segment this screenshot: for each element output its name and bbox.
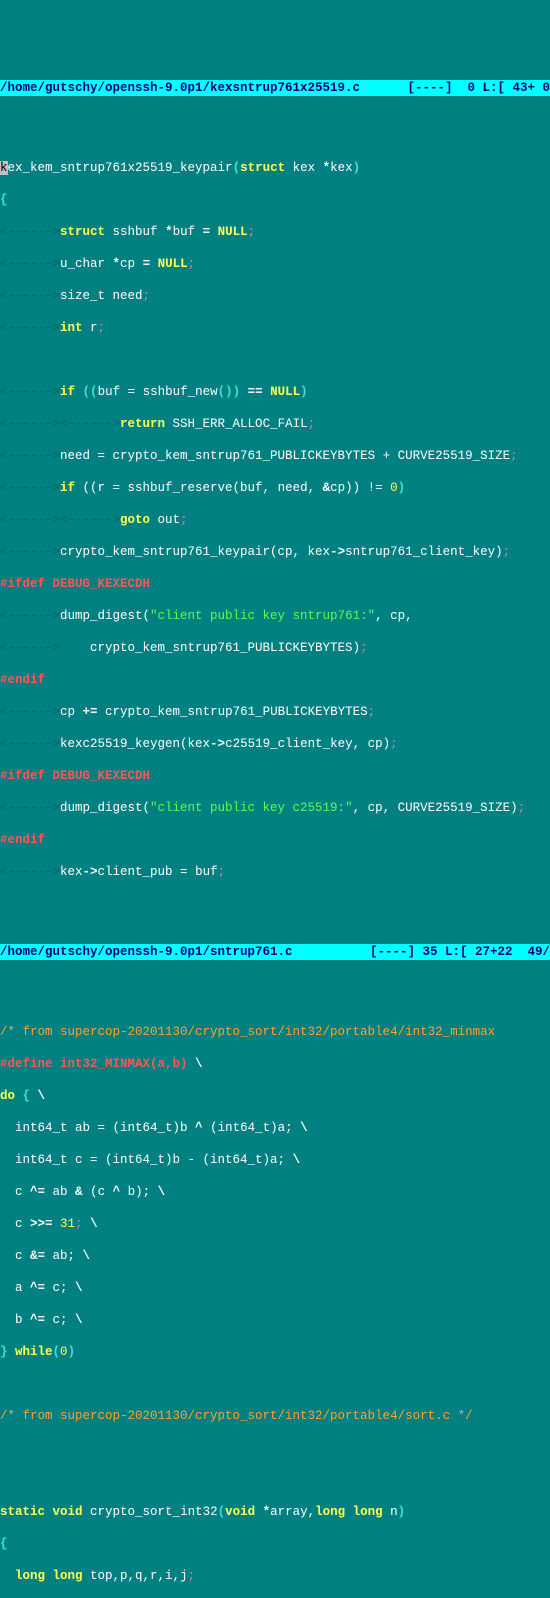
code-line: #endif (0, 832, 550, 848)
code-line: #ifdef DEBUG_KEXECDH (0, 768, 550, 784)
code-line: kex_kem_sntrup761x25519_keypair(struct k… (0, 160, 550, 176)
pane2-bracket: [----] (370, 944, 415, 960)
code-line: #ifdef DEBUG_KEXECDH (0, 576, 550, 592)
pane1-gap2 (452, 80, 467, 96)
code-line: <------>dump_digest("client public key s… (0, 608, 550, 624)
code-line: /* from supercop-20201130/crypto_sort/in… (0, 1408, 550, 1424)
code-line: <------>kex->client_pub = buf; (0, 864, 550, 880)
pane2-pos: 35 L:[ 27+22 49/ (422, 944, 550, 960)
cursor: k (0, 161, 8, 175)
code-line: #endif (0, 672, 550, 688)
code-line: int64_t ab = (int64_t)b ^ (int64_t)a; \ (0, 1120, 550, 1136)
pane1-path: /home/gutschy/openssh-9.0p1/kexsntrup761… (0, 80, 360, 96)
code-line: <------>size_t need; (0, 288, 550, 304)
code-line: long long top,p,q,r,i,j; (0, 1568, 550, 1584)
code-line (0, 352, 550, 368)
code-line: static void crypto_sort_int32(void *arra… (0, 1504, 550, 1520)
code-line: { (0, 192, 550, 208)
pane2-path: /home/gutschy/openssh-9.0p1/sntrup761.c (0, 944, 293, 960)
code-line (0, 1440, 550, 1456)
pane1-code[interactable]: kex_kem_sntrup761x25519_keypair(struct k… (0, 144, 550, 896)
code-line: c &= ab; \ (0, 1248, 550, 1264)
code-line (0, 1376, 550, 1392)
pane1-pos: 0 L:[ 43+ 0 (467, 80, 550, 96)
code-line: <------>need = crypto_kem_sntrup761_PUBL… (0, 448, 550, 464)
code-line: <------>if ((buf = sshbuf_new()) == NULL… (0, 384, 550, 400)
code-line: <------><------>goto out; (0, 512, 550, 528)
pane1-title-gap (360, 80, 407, 96)
code-line: <------>if ((r = sshbuf_reserve(buf, nee… (0, 480, 550, 496)
code-line: /* from supercop-20201130/crypto_sort/in… (0, 1024, 550, 1040)
code-line: b ^= c; \ (0, 1312, 550, 1328)
code-line: int64_t c = (int64_t)b - (int64_t)a; \ (0, 1152, 550, 1168)
pane2-title-gap (293, 944, 370, 960)
code-line: a ^= c; \ (0, 1280, 550, 1296)
code-line: <------><------>return SSH_ERR_ALLOC_FAI… (0, 416, 550, 432)
pane2-titlebar: /home/gutschy/openssh-9.0p1/sntrup761.c … (0, 944, 550, 960)
code-line: <------>struct sshbuf *buf = NULL; (0, 224, 550, 240)
pane1-bracket: [----] (407, 80, 452, 96)
code-line: <------>dump_digest("client public key c… (0, 800, 550, 816)
code-line (0, 1472, 550, 1488)
code-line: { (0, 1536, 550, 1552)
code-line: } while(0) (0, 1344, 550, 1360)
code-line: #define int32_MINMAX(a,b) \ (0, 1056, 550, 1072)
code-line: do { \ (0, 1088, 550, 1104)
pane1-titlebar: /home/gutschy/openssh-9.0p1/kexsntrup761… (0, 80, 550, 96)
pane2-code[interactable]: /* from supercop-20201130/crypto_sort/in… (0, 1008, 550, 1598)
code-line: c >>= 31; \ (0, 1216, 550, 1232)
code-line: <------>int r; (0, 320, 550, 336)
code-line: <------>kexc25519_keygen(kex->c25519_cli… (0, 736, 550, 752)
code-line: <------>cp += crypto_kem_sntrup761_PUBLI… (0, 704, 550, 720)
code-line: <------>crypto_kem_sntrup761_keypair(cp,… (0, 544, 550, 560)
code-line: <------> crypto_kem_sntrup761_PUBLICKEYB… (0, 640, 550, 656)
code-line: <------>u_char *cp = NULL; (0, 256, 550, 272)
code-line: c ^= ab & (c ^ b); \ (0, 1184, 550, 1200)
